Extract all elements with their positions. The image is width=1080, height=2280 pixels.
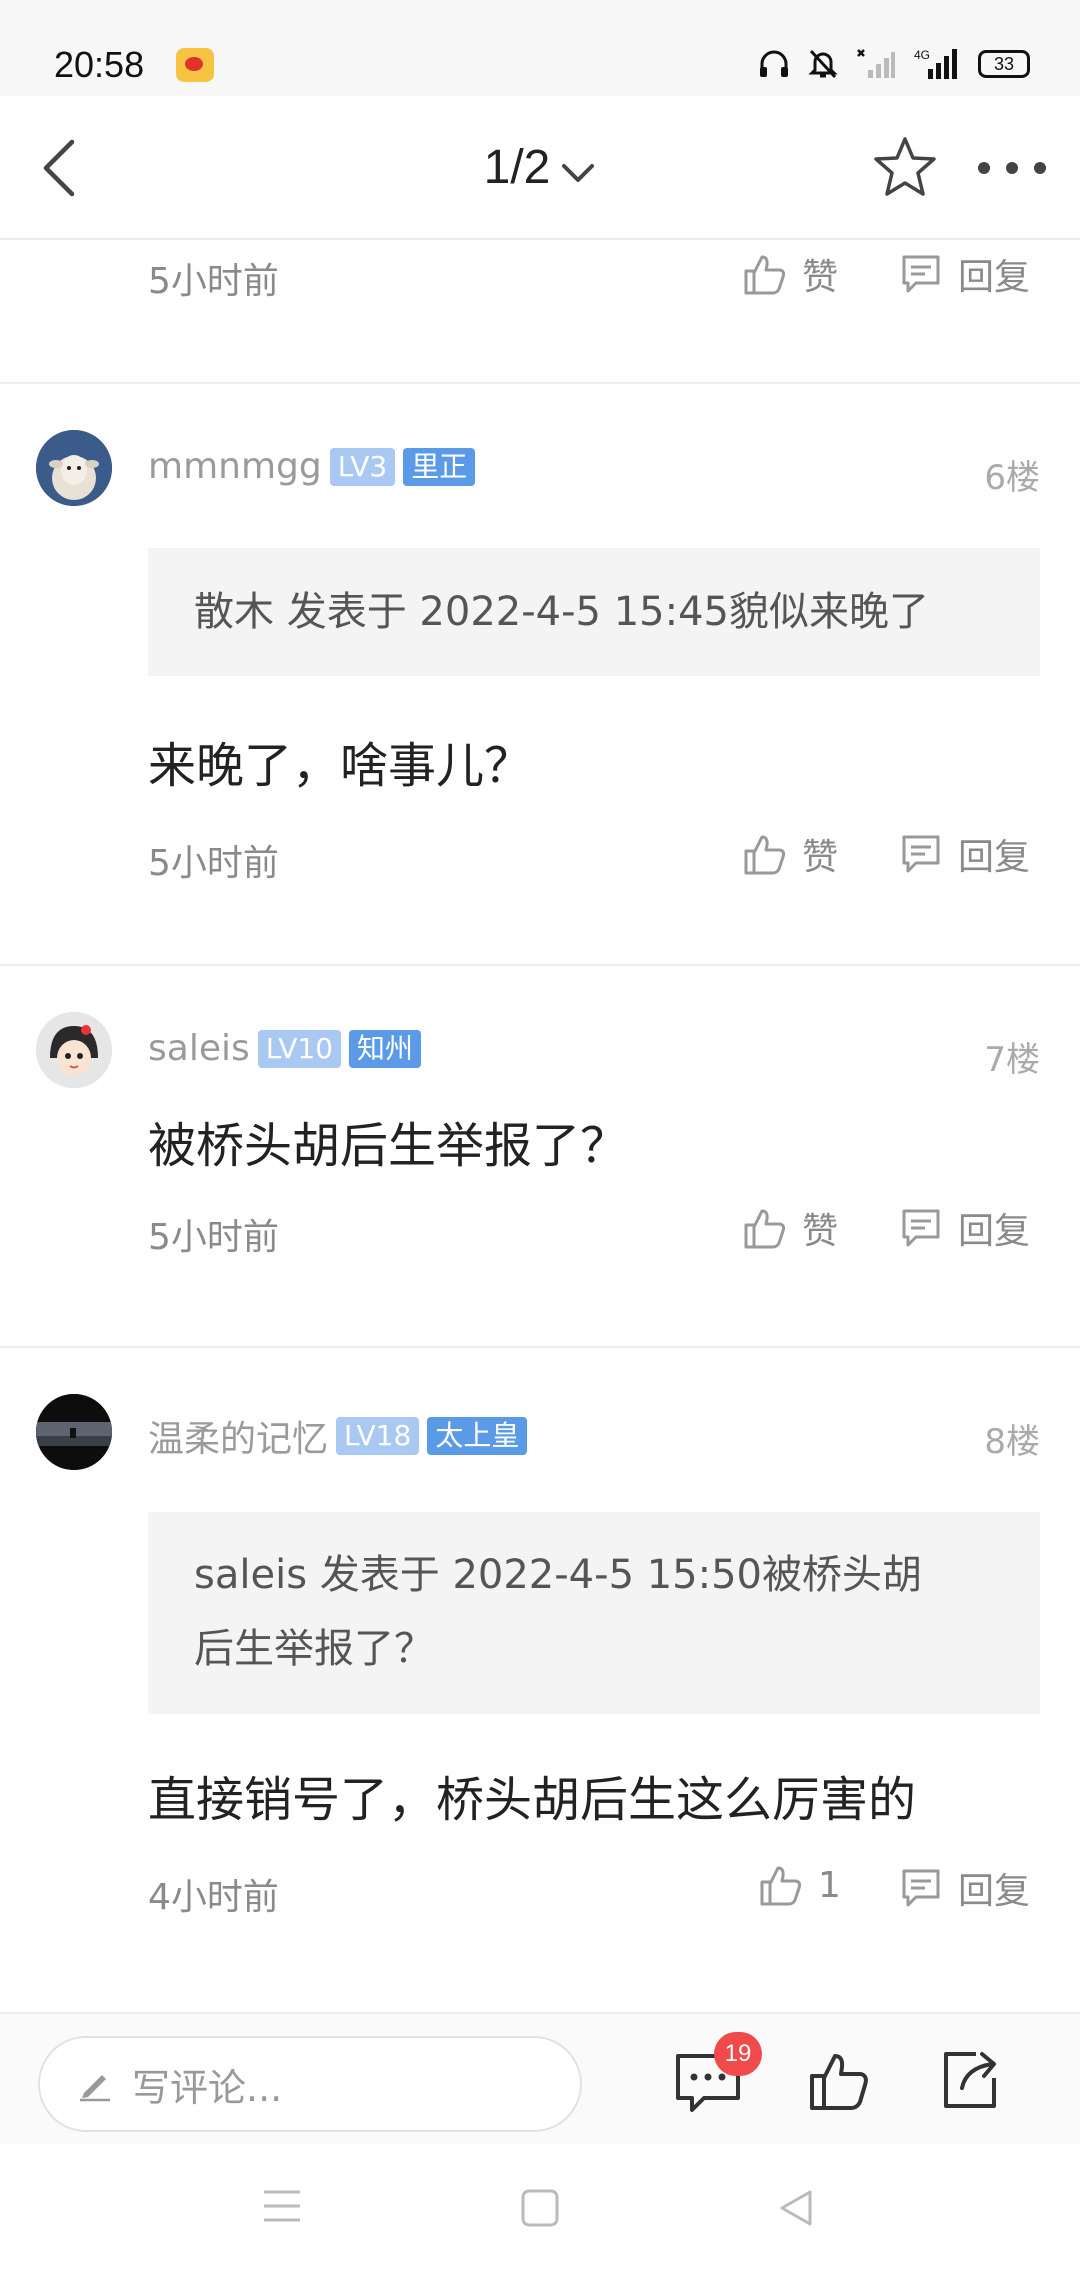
quote-line: saleis 发表于 2022-4-5 15:50被桥头胡 [194,1552,923,1598]
reply-list: 5小时前 赞 回复 mmnmgg LV3 里正 6楼 散木 发表于 2022-4… [0,240,1080,2008]
like-button[interactable]: 赞 [742,1202,838,1254]
page-indicator: 1/2 [483,141,551,194]
star-favorite-icon[interactable] [872,134,938,200]
like-count: 1 [818,1864,841,1906]
post-time: 4小时前 [148,1877,279,1918]
reply-post: 温柔的记忆 LV18 太上皇 8楼 saleis 发表于 2022-4-5 15… [0,1348,1080,2008]
comment-input[interactable]: 写评论... [38,2036,582,2132]
reply-label: 回复 [958,1211,1031,1252]
avatar[interactable] [36,1012,112,1088]
username-row: 温柔的记忆 LV18 太上皇 [148,1410,528,1462]
username[interactable]: mmnmgg [148,446,322,487]
like-button[interactable]: 赞 [742,828,838,880]
post-body: 来晚了，啥事儿？ [148,738,533,794]
level-badge: LV18 [336,1417,420,1455]
signal-no-sim-icon [857,49,895,78]
comment-icon [902,255,940,293]
title-badge: 知州 [349,1029,422,1068]
comment-icon [902,1209,940,1247]
bell-muted-icon [808,49,838,79]
reply-button[interactable]: 回复 [898,1202,1030,1254]
more-options-icon[interactable] [972,156,1052,180]
sheep-avatar-image [36,430,112,506]
like-button[interactable]: 赞 [742,248,838,300]
title-badge: 里正 [403,447,476,486]
share-icon[interactable] [940,2048,1000,2112]
quote-line: 后生举报了？ [194,1626,434,1672]
quoted-post[interactable]: 散木 发表于 2022-4-5 15:45貌似来晚了 [148,548,1040,676]
comment-placeholder: 写评论... [132,2065,283,2110]
avatar[interactable] [36,430,112,506]
floor-number: 8楼 [984,1422,1040,1462]
thumbs-up-icon [744,835,786,875]
like-label: 赞 [802,1211,839,1252]
reply-post: mmnmgg LV3 里正 6楼 散木 发表于 2022-4-5 15:45貌似… [0,384,1080,964]
comment-count-badge: 19 [714,2032,762,2076]
floor-number: 6楼 [984,458,1040,498]
username-row: mmnmgg LV3 里正 [148,446,476,487]
like-button[interactable]: 1 [758,1862,841,1908]
reply-post: saleis LV10 知州 7楼 被桥头胡后生举报了？ 5小时前 赞 回复 [0,966,1080,1346]
like-label: 赞 [802,837,839,878]
username[interactable]: 温柔的记忆 [148,1410,328,1462]
comment-icon [902,835,940,873]
sunset-avatar-image [36,1394,112,1470]
reply-button[interactable]: 回复 [898,248,1030,300]
status-icons: 4G 33 [758,44,1030,84]
thumbs-up-icon [744,255,786,295]
reply-label: 回复 [958,257,1031,298]
reply-label: 回复 [958,1871,1031,1912]
weibo-notification-icon [176,48,214,82]
reply-label: 回复 [958,837,1031,878]
post-time: 5小时前 [148,261,279,302]
headphones-icon [760,50,788,77]
level-badge: LV10 [257,1029,342,1068]
comment-icon [902,1869,940,1907]
post-body: 被桥头胡后生举报了？ [148,1118,629,1174]
status-bar: 20:58 4G 33 [0,0,1080,96]
reply-button[interactable]: 回复 [898,1862,1030,1914]
title-badge: 太上皇 [427,1417,528,1455]
back-triangle-icon[interactable] [776,2188,816,2228]
username-row: saleis LV10 知州 [148,1028,422,1069]
thumbs-up-icon [744,1209,786,1249]
post-body: 直接销号了，桥头胡后生这么厉害的 [148,1772,917,1828]
post-meta-row: 5小时前 赞 回复 [0,240,1080,330]
username[interactable]: saleis [148,1028,250,1069]
bottom-comment-bar: 写评论... 19 [0,2012,1080,2144]
home-icon[interactable] [520,2188,560,2228]
quoted-post[interactable]: saleis 发表于 2022-4-5 15:50被桥头胡 后生举报了？ [148,1512,1040,1714]
post-time: 5小时前 [148,1217,279,1258]
cartoon-girl-avatar-image [36,1012,112,1088]
pencil-icon [80,2075,110,2102]
reply-button[interactable]: 回复 [898,828,1030,880]
level-badge: LV3 [329,447,396,486]
status-time: 20:58 [54,44,145,85]
svg-text:4G: 4G [914,48,930,62]
signal-4g-icon: 4G [914,48,957,79]
thumbs-up-icon [760,1866,802,1906]
battery-indicator: 33 [978,50,1030,78]
floor-number: 7楼 [984,1040,1040,1080]
avatar[interactable] [36,1394,112,1470]
menu-icon[interactable] [262,2188,302,2224]
thumbs-up-icon[interactable] [806,2048,872,2114]
system-navigation-bar [0,2144,1080,2280]
chevron-down-icon [562,163,595,182]
post-time: 5小时前 [148,843,279,884]
top-nav-bar: 1/2 [0,96,1080,240]
like-label: 赞 [802,257,839,298]
